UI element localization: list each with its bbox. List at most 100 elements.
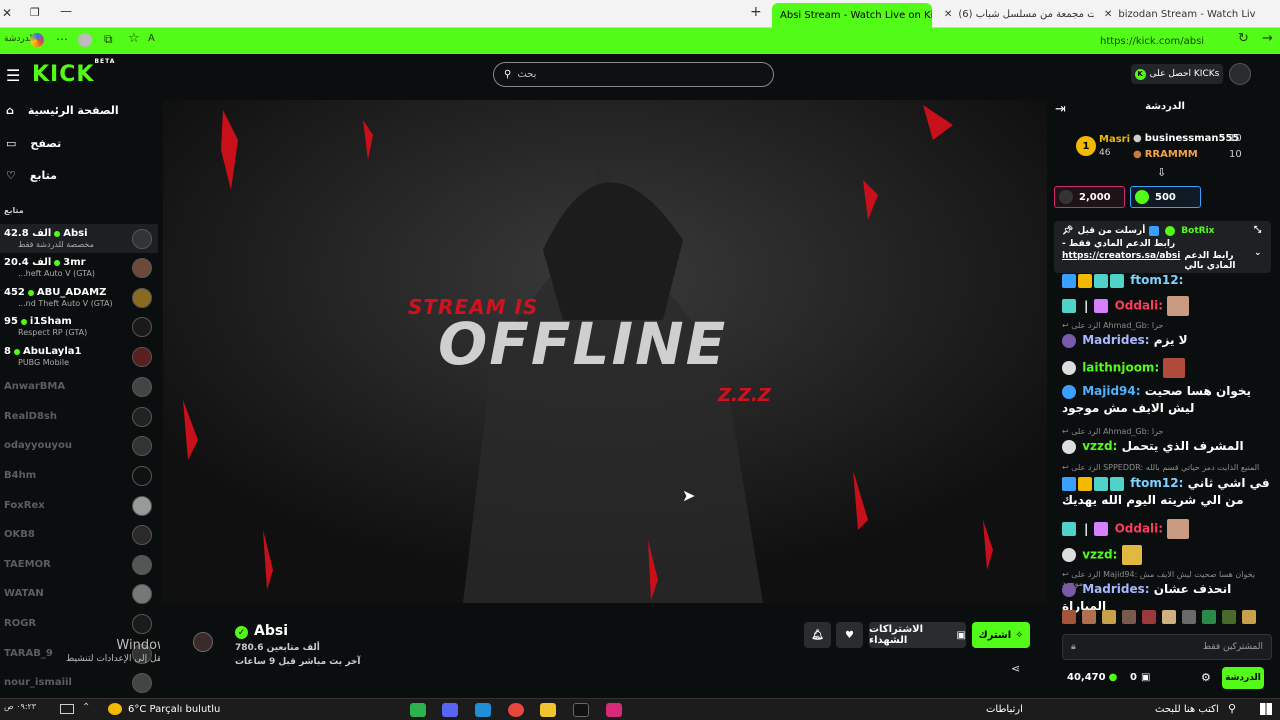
emote-icon[interactable] <box>1062 610 1076 624</box>
leader-name[interactable]: Masri <box>1099 134 1130 145</box>
emote-icon[interactable] <box>1162 610 1176 624</box>
kick-logo[interactable]: KICKBETA <box>32 58 115 87</box>
chat-input[interactable]: 🔒︎ المشتركين فقط <box>1062 634 1272 660</box>
weather-text[interactable]: 6°C Parçalı bulutlu <box>128 704 220 715</box>
tab-series[interactable]: ✕ (6) حلقات مجمعة من مسلسل شباب... <box>936 3 1094 25</box>
read-aloud-icon[interactable]: A <box>148 33 155 44</box>
goal-1[interactable]: 2,000 <box>1054 186 1125 208</box>
chat-username[interactable]: Oddali: <box>1115 299 1164 313</box>
notification-button[interactable]: 🔔︎ <box>804 622 831 648</box>
close-window-icon[interactable]: ✕ <box>2 6 12 20</box>
chat-username[interactable]: Madrides: <box>1082 582 1149 596</box>
refresh-icon[interactable]: ↻ <box>1238 31 1249 46</box>
pinned-message[interactable]: 📌︎ أرسلت من قبل BotRix - رابط الدعم الما… <box>1054 221 1271 273</box>
links-toolbar[interactable]: ارتباطات <box>986 704 1023 715</box>
tab-absi[interactable]: Absi Stream - Watch Live on Kick K <box>772 3 932 28</box>
restore-icon[interactable]: ❐ <box>30 6 40 19</box>
emote-icon[interactable] <box>1102 610 1116 624</box>
menu-icon[interactable]: ☰ <box>6 66 20 85</box>
profile-icon[interactable] <box>78 33 92 47</box>
chevron-up-icon[interactable]: ⌃ <box>82 702 90 713</box>
keyboard-icon[interactable] <box>60 704 74 714</box>
discord-icon[interactable] <box>442 703 458 717</box>
expand-leaderboard-icon[interactable]: ⇩ <box>1157 166 1166 179</box>
leader-entry[interactable]: ● RRAMMM <box>1133 149 1198 160</box>
offline-channel-item[interactable]: odayyouyou <box>0 431 158 460</box>
offline-channel-item[interactable]: OKB8 <box>0 520 158 549</box>
close-tab-icon[interactable]: ✕ <box>1104 9 1112 20</box>
windows-start-icon[interactable] <box>1260 703 1272 715</box>
taskbar-search[interactable]: اكتب هنا للبحث <box>1155 704 1219 715</box>
send-chat-button[interactable]: الدردشة <box>1222 667 1264 689</box>
reply-context[interactable]: ↩ الرد على Ahmad_Gb: حرا <box>1062 427 1272 436</box>
unpin-icon[interactable]: ⤡ <box>1254 225 1261 235</box>
chevron-down-icon[interactable]: ⌄ <box>1254 248 1262 258</box>
pinned-link[interactable]: https://creators.sa/absi <box>1062 251 1180 271</box>
follow-button[interactable]: ♥ <box>836 622 863 648</box>
back-icon[interactable]: → <box>1262 31 1273 46</box>
offline-channel-item[interactable]: FoxRex <box>0 491 158 520</box>
close-tab-icon[interactable]: ✕ <box>944 9 952 20</box>
chat-username[interactable]: ftom12: <box>1130 273 1183 287</box>
favorite-icon[interactable]: ☆ <box>128 31 140 46</box>
instagram-icon[interactable] <box>606 703 622 717</box>
chat-username[interactable]: Majid94: <box>1082 384 1140 398</box>
get-kicks-button[interactable]: K احصل على KICKs <box>1131 64 1223 84</box>
chat-username[interactable]: ftom12: <box>1130 476 1183 490</box>
user-avatar[interactable] <box>1229 63 1251 85</box>
url-field[interactable]: https://kick.com/absi <box>1100 32 1260 50</box>
channel-item[interactable]: 20.4 ألف 3mr ...heft Auto V (GTA) <box>0 253 158 282</box>
app-icon[interactable] <box>410 703 426 717</box>
video-player[interactable]: STREAM IS OFFLINE Z.Z.Z ➤ <box>163 100 1047 603</box>
emote-icon[interactable] <box>1202 610 1216 624</box>
chat-username[interactable]: vzzd: <box>1082 548 1117 562</box>
offline-channel-item[interactable]: TAEMOR <box>0 550 158 579</box>
offline-channel-item[interactable]: AnwarBMA <box>0 372 158 401</box>
reply-context[interactable]: ↩ الرد على SPPEDDR: المنيع الذايت دمز حي… <box>1062 463 1272 472</box>
channel-item[interactable]: 95 i1Sham Respect RP (GTA) <box>0 312 158 341</box>
offline-channel-item[interactable]: WATAN <box>0 579 158 608</box>
channel-title[interactable]: Absi <box>254 623 288 639</box>
collapse-chat-icon[interactable]: ⇥ <box>1055 102 1066 117</box>
clock[interactable]: ٠٩:٢٣ ص <box>4 702 36 711</box>
goal-2[interactable]: 500 <box>1130 186 1201 208</box>
gift-counter[interactable]: 0 ▣ <box>1130 672 1150 683</box>
channel-item[interactable]: 452 ABU_ADAMZ ...nd Theft Auto V (GTA) <box>0 283 158 312</box>
chat-username[interactable]: Oddali: <box>1115 522 1164 536</box>
leader-entry[interactable]: ● businessman555 <box>1133 133 1239 144</box>
new-tab-icon[interactable]: + <box>750 4 762 20</box>
channel-item[interactable]: 8 AbuLayla1 PUBG Mobile <box>0 342 158 371</box>
gift-subs-button[interactable]: الاشتراكات الشهداء ▣ <box>869 622 966 648</box>
emote-icon[interactable] <box>1182 610 1196 624</box>
nav-following[interactable]: ♡ متابع <box>6 163 57 187</box>
reply-context[interactable]: ↩ الرد على Ahmad_Gb: حرا <box>1062 321 1272 330</box>
collections-icon[interactable]: ⧉ <box>104 32 113 47</box>
chat-username[interactable]: laithnjoom: <box>1082 361 1159 375</box>
minimize-icon[interactable]: — <box>60 4 72 18</box>
nav-browse[interactable]: ▭ تصفح <box>6 131 61 155</box>
edge-icon[interactable] <box>475 703 491 717</box>
chrome-icon[interactable] <box>508 703 524 717</box>
offline-channel-item[interactable]: RealD8sh <box>0 402 158 431</box>
share-icon[interactable]: ⋖ <box>1011 662 1020 675</box>
emote-icon[interactable] <box>1222 610 1236 624</box>
emote-icon[interactable] <box>1242 610 1256 624</box>
tab-bizodan[interactable]: ✕ bizodan Stream - Watch Live on K <box>1096 3 1256 25</box>
offline-channel-item[interactable]: ROGR <box>0 609 158 638</box>
search-icon[interactable]: ⚲ <box>1228 702 1236 715</box>
tiktok-icon[interactable] <box>573 703 589 717</box>
offline-channel-item[interactable]: nour_ismaiil <box>0 668 158 697</box>
emote-icon[interactable] <box>1142 610 1156 624</box>
nav-home[interactable]: ⌂ الصفحة الرئيسية <box>6 98 119 122</box>
offline-channel-item[interactable]: B4hm <box>0 461 158 490</box>
search-input[interactable]: ⚲ بحث <box>493 62 774 87</box>
channel-avatar[interactable] <box>193 632 213 652</box>
emote-strip[interactable] <box>1062 610 1272 628</box>
emote-icon[interactable] <box>1122 610 1136 624</box>
copilot-icon[interactable] <box>30 33 44 47</box>
more-icon[interactable]: ⋯ <box>56 32 68 46</box>
channel-item[interactable]: 42.8 ألف Absi مخصصة للدردشة فقط <box>0 224 158 253</box>
emote-icon[interactable] <box>1082 610 1096 624</box>
settings-icon[interactable]: ⚙ <box>1201 671 1211 684</box>
chat-username[interactable]: vzzd: <box>1082 439 1117 453</box>
